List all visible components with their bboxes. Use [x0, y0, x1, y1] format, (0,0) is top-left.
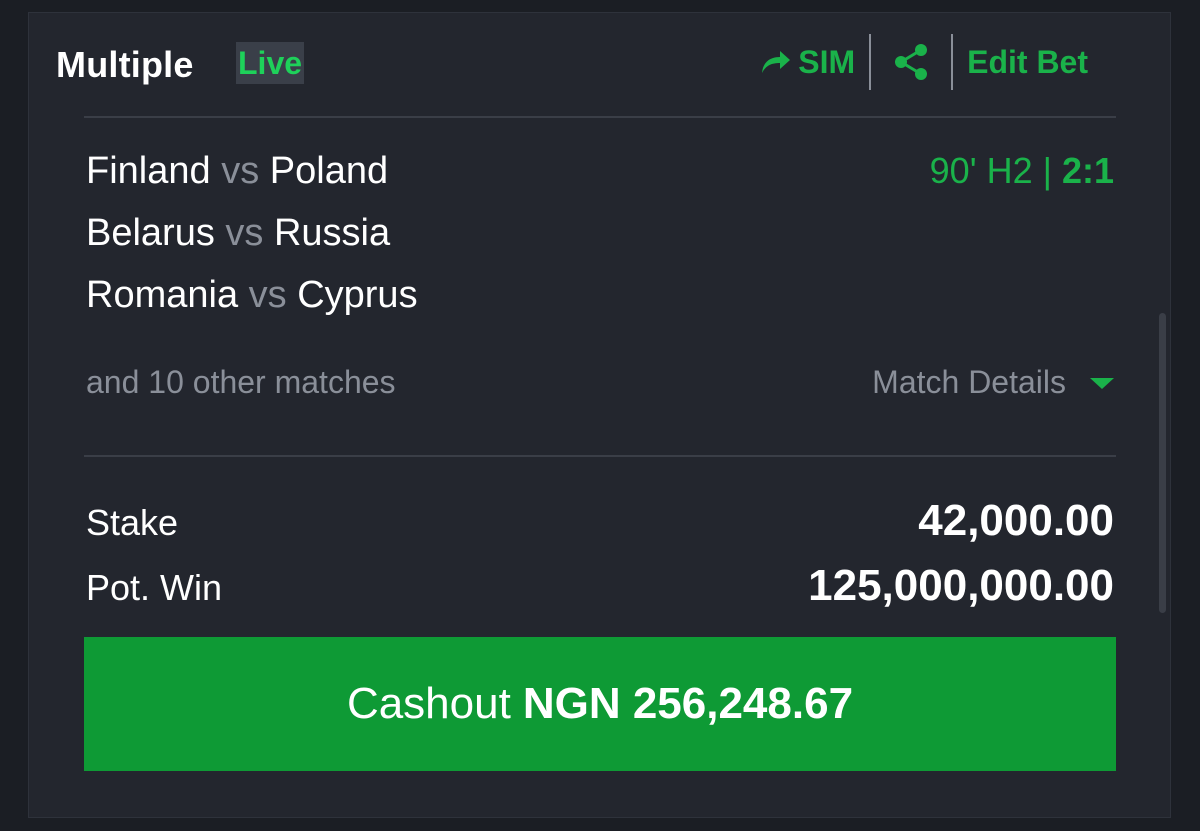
- sim-button[interactable]: SIM: [760, 44, 869, 81]
- vs-label: vs: [248, 274, 287, 316]
- home-team: Finland: [86, 150, 211, 192]
- divider: [84, 116, 1116, 118]
- pot-win-value: 125,000,000.00: [808, 561, 1114, 610]
- forward-arrow-icon: [762, 51, 791, 73]
- away-team: Poland: [269, 150, 389, 192]
- match-row: Finland vs Poland: [86, 150, 388, 193]
- share-icon: [895, 44, 928, 80]
- other-matches-text: and 10 other matches: [86, 364, 396, 400]
- match-row: Belarus vs Russia: [86, 212, 390, 255]
- bet-header: Multiple Live SIM Edit Bet: [56, 30, 1088, 100]
- scrollbar[interactable]: [1159, 313, 1166, 613]
- share-button[interactable]: [871, 42, 951, 82]
- away-team: Russia: [273, 212, 391, 254]
- cashout-label: Cashout: [346, 679, 511, 728]
- pot-win-label: Pot. Win: [86, 567, 223, 608]
- edit-bet-button[interactable]: Edit Bet: [953, 44, 1088, 81]
- live-score: 90' H2 | 2:1: [930, 150, 1114, 192]
- live-badge: Live: [236, 42, 305, 84]
- bet-type-title: Multiple: [56, 44, 194, 85]
- stake-value: 42,000.00: [918, 496, 1114, 545]
- match-row: Romania vs Cyprus: [86, 274, 418, 317]
- match-details-toggle[interactable]: Match Details: [872, 364, 1114, 401]
- score-value: 2:1: [1061, 150, 1114, 191]
- vs-label: vs: [225, 212, 264, 254]
- divider: [84, 455, 1116, 457]
- header-actions: SIM Edit Bet: [760, 30, 1088, 94]
- sim-label: SIM: [798, 43, 856, 80]
- match-details-label: Match Details: [872, 364, 1066, 400]
- away-team: Cyprus: [297, 274, 418, 316]
- home-team: Belarus: [86, 212, 215, 254]
- cashout-button[interactable]: Cashout NGN 256,248.67: [84, 637, 1116, 771]
- caret-down-icon: [1090, 378, 1114, 389]
- stake-label: Stake: [86, 502, 179, 543]
- cashout-amount: NGN 256,248.67: [522, 679, 854, 728]
- match-time: 90' H2 |: [929, 150, 1052, 191]
- vs-label: vs: [221, 150, 260, 192]
- home-team: Romania: [86, 274, 239, 316]
